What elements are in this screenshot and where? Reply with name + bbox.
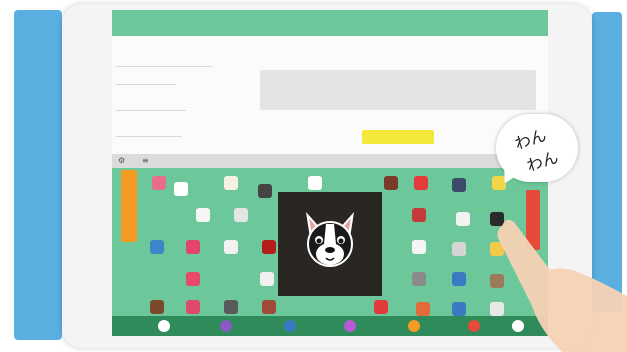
sticker-toolbar: ⚙ ≡: [112, 154, 548, 168]
form-area: [112, 36, 548, 154]
category-tab-left[interactable]: [121, 170, 137, 242]
purple-dot-icon[interactable]: [220, 320, 232, 332]
sticker[interactable]: [456, 212, 470, 226]
menu-icon[interactable]: ≡: [142, 156, 149, 165]
sticker[interactable]: [186, 240, 200, 254]
sticker[interactable]: [152, 176, 166, 190]
sticker[interactable]: [416, 302, 430, 316]
sticker[interactable]: [150, 300, 164, 314]
sticker[interactable]: [224, 240, 238, 254]
sticker[interactable]: [412, 272, 426, 286]
sticker-palette: [112, 168, 548, 316]
sticker[interactable]: [186, 300, 200, 314]
app-titlebar: [112, 10, 548, 36]
sticker[interactable]: [374, 300, 388, 314]
yellow-button[interactable]: [362, 130, 434, 144]
form-field-line[interactable]: [116, 84, 176, 85]
sticker[interactable]: [452, 302, 466, 316]
purple-dot-icon[interactable]: [344, 320, 356, 332]
sticker[interactable]: [258, 184, 272, 198]
sticker[interactable]: [452, 178, 466, 192]
sticker[interactable]: [224, 176, 238, 190]
settings-icon[interactable]: ⚙: [118, 156, 125, 165]
sticker[interactable]: [260, 272, 274, 286]
sticker[interactable]: [186, 272, 200, 286]
form-field-line[interactable]: [116, 110, 186, 111]
message-textbox[interactable]: [260, 70, 536, 110]
orange-dot-icon[interactable]: [408, 320, 420, 332]
sticker[interactable]: [174, 182, 188, 196]
red-dot-icon[interactable]: [468, 320, 480, 332]
sticker[interactable]: [412, 208, 426, 222]
sticker[interactable]: [262, 300, 276, 314]
white-dot-icon[interactable]: [158, 320, 170, 332]
sticker[interactable]: [234, 208, 248, 222]
form-field-line[interactable]: [116, 136, 182, 137]
background-blue-left: [14, 10, 62, 340]
blue-dot-icon[interactable]: [284, 320, 296, 332]
sticker[interactable]: [452, 272, 466, 286]
bottom-color-bar: [112, 316, 548, 336]
sticker[interactable]: [196, 208, 210, 222]
sticker[interactable]: [414, 176, 428, 190]
sticker[interactable]: [224, 300, 238, 314]
sticker[interactable]: [262, 240, 276, 254]
sticker-preview-popup[interactable]: [278, 192, 382, 296]
boston-terrier-icon: [306, 212, 354, 267]
sticker[interactable]: [308, 176, 322, 190]
sticker[interactable]: [384, 176, 398, 190]
form-field-line[interactable]: [116, 66, 212, 67]
hand-pointing-icon: [497, 219, 627, 352]
sticker[interactable]: [150, 240, 164, 254]
sticker[interactable]: [452, 242, 466, 256]
sticker[interactable]: [412, 240, 426, 254]
app-screen: ⚙ ≡: [112, 10, 548, 336]
